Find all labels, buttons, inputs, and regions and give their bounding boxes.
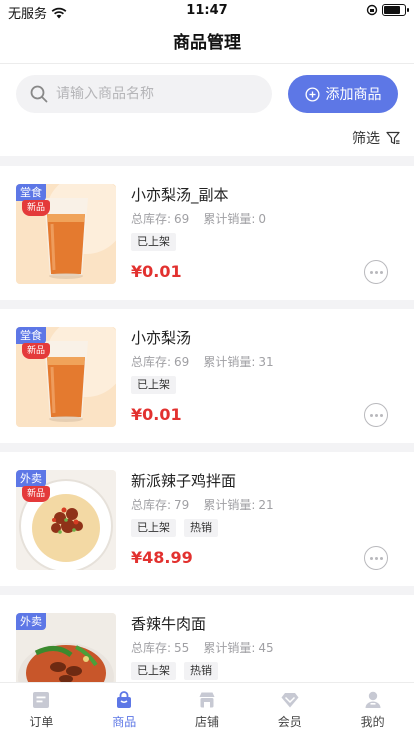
more-options-button[interactable]	[364, 403, 388, 427]
service-type-tag: 外卖	[16, 470, 46, 487]
product-price: ¥48.99	[131, 548, 193, 567]
sales-value: 31	[258, 355, 274, 369]
battery-icon	[382, 4, 409, 16]
add-product-button[interactable]: 添加商品	[288, 75, 398, 113]
tab-label: 商品	[112, 715, 137, 729]
status-bar: 无服务 11:47	[0, 0, 414, 22]
add-product-label: 添加商品	[325, 87, 382, 103]
battery-level	[384, 6, 400, 14]
stock-stat: 总库存: 69	[131, 353, 189, 370]
new-badge: 新品	[22, 200, 50, 216]
tab-order[interactable]: 订单	[0, 683, 83, 736]
search-toolbar: 添加商品 筛选	[0, 64, 414, 156]
sales-stat: 累计销量: 0	[203, 210, 266, 227]
stock-value: 79	[174, 498, 190, 512]
stock-stat: 总库存: 69	[131, 210, 189, 227]
service-type-tag: 外卖	[16, 613, 46, 630]
product-image: 外卖 新品	[16, 470, 116, 570]
stock-value: 55	[174, 641, 190, 655]
tab-store[interactable]: 店铺	[166, 683, 249, 736]
sales-stat: 累计销量: 31	[203, 353, 273, 370]
search-icon	[30, 85, 48, 103]
product-name: 新派辣子鸡拌面	[131, 472, 237, 490]
status-chip: 热销	[184, 662, 218, 680]
store-icon	[199, 692, 215, 708]
sales-stat: 累计销量: 45	[203, 639, 273, 656]
status-chips: 已上架 热销	[131, 662, 218, 680]
product-stats: 总库存: 55 累计销量: 45	[131, 639, 274, 656]
product-image: 堂食 新品	[16, 184, 116, 284]
filter-button[interactable]: 筛选	[352, 128, 400, 148]
plus-circle-icon	[304, 86, 320, 102]
tab-label: 订单	[29, 715, 54, 729]
status-chips: 已上架	[131, 233, 176, 251]
status-chips: 已上架	[131, 376, 176, 394]
product-name: 小亦梨汤_副本	[131, 186, 229, 204]
product-price: ¥0.01	[131, 405, 182, 424]
status-chip: 热销	[184, 519, 218, 537]
nav-header: 商品管理	[0, 22, 414, 64]
filter-label: 筛选	[352, 131, 380, 147]
diamond-icon	[281, 693, 299, 708]
product-name: 小亦梨汤	[131, 329, 192, 347]
product-image: 堂食 新品	[16, 327, 116, 427]
orientation-lock-icon	[366, 4, 378, 16]
status-right	[366, 4, 409, 16]
status-chip: 已上架	[131, 662, 176, 680]
search-box[interactable]	[16, 75, 272, 113]
product-stats: 总库存: 69 累计销量: 31	[131, 353, 274, 370]
stock-value: 69	[174, 355, 190, 369]
sales-value: 0	[258, 212, 267, 226]
service-type-tag: 堂食	[16, 327, 46, 344]
new-badge: 新品	[22, 486, 50, 502]
tab-diamond[interactable]: 会员	[248, 683, 331, 736]
product-card[interactable]: 堂食 新品 小亦梨汤_副本 总库存: 69 累计销量: 0 已上架 ¥0.01	[0, 166, 414, 300]
stock-value: 69	[174, 212, 190, 226]
status-chip: 已上架	[131, 233, 176, 251]
more-options-button[interactable]	[364, 260, 388, 284]
page-title: 商品管理	[173, 33, 241, 53]
tab-label: 会员	[277, 715, 302, 729]
product-card[interactable]: 外卖 新品 新派辣子鸡拌面 总库存: 79 累计销量: 21 已上架 热销 ¥48.9…	[0, 452, 414, 586]
product-name: 香辣牛肉面	[131, 615, 207, 633]
sales-value: 21	[258, 498, 274, 512]
stock-label: 总库存:	[131, 498, 172, 512]
product-card[interactable]: 堂食 新品 小亦梨汤 总库存: 69 累计销量: 31 已上架 ¥0.01	[0, 309, 414, 443]
sales-value: 45	[258, 641, 274, 655]
status-time: 11:47	[186, 3, 228, 18]
new-badge: 新品	[22, 343, 50, 359]
stock-label: 总库存:	[131, 355, 172, 369]
status-chip: 已上架	[131, 376, 176, 394]
sales-label: 累计销量:	[203, 498, 256, 512]
stock-label: 总库存:	[131, 641, 172, 655]
service-type-tag: 堂食	[16, 184, 46, 201]
sales-stat: 累计销量: 21	[203, 496, 273, 513]
product-management-page: 无服务 11:47 商品管理 请输入商品名称 添加商品 筛选 堂食 新品 小亦梨…	[0, 0, 414, 736]
tab-label: 店铺	[194, 715, 219, 729]
product-stats: 总库存: 69 累计销量: 0	[131, 210, 266, 227]
tab-user[interactable]: 我的	[331, 683, 414, 736]
stock-stat: 总库存: 79	[131, 496, 189, 513]
tab-bar: 订单 商品 店铺 会员 我的	[0, 682, 414, 736]
product-stats: 总库存: 79 累计销量: 21	[131, 496, 274, 513]
tab-shopping-bag[interactable]: 商品	[83, 683, 166, 736]
stock-label: 总库存:	[131, 212, 172, 226]
order-icon	[33, 692, 50, 708]
status-chips: 已上架 热销	[131, 519, 218, 537]
sales-label: 累计销量:	[203, 355, 256, 369]
stock-stat: 总库存: 55	[131, 639, 189, 656]
shopping-bag-icon	[117, 691, 132, 708]
status-chip: 已上架	[131, 519, 176, 537]
product-price: ¥0.01	[131, 262, 182, 281]
sales-label: 累计销量:	[203, 641, 256, 655]
filter-icon	[386, 131, 400, 145]
search-input[interactable]	[56, 86, 246, 102]
user-icon	[365, 691, 381, 708]
more-options-button[interactable]	[364, 546, 388, 570]
tab-label: 我的	[360, 715, 385, 729]
sales-label: 累计销量:	[203, 212, 256, 226]
